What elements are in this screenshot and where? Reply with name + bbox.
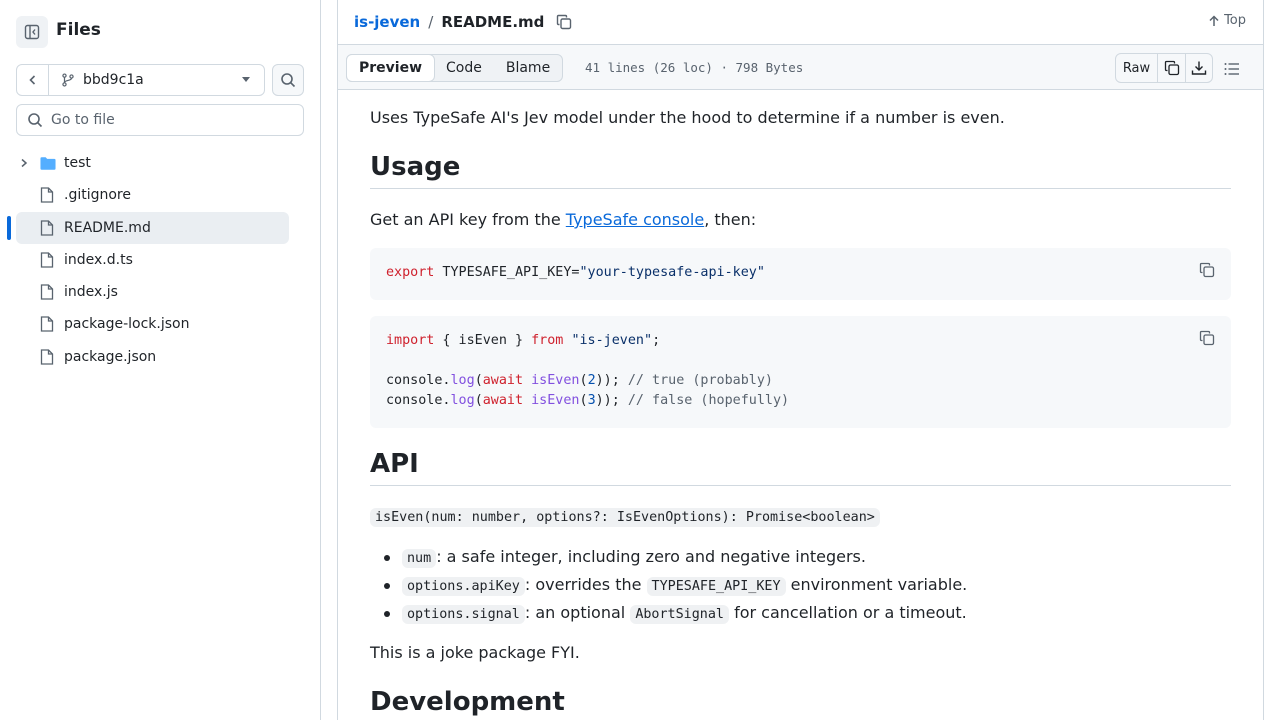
tab-preview[interactable]: Preview: [346, 54, 436, 82]
copy-icon: [1164, 60, 1179, 76]
file-icon: [40, 252, 56, 268]
search-icon: [28, 113, 43, 128]
tree-item-label: index.d.ts: [64, 251, 133, 268]
branch-name: bbd9c1a: [83, 72, 144, 88]
tree-item-readme[interactable]: README.md: [7, 211, 289, 244]
usage-text: Get an API key from the: [370, 210, 566, 229]
collapse-sidebar-button[interactable]: [16, 16, 48, 48]
file-icon: [40, 187, 56, 203]
copy-icon: [1199, 262, 1215, 278]
view-mode-tabs: Preview Code Blame: [346, 54, 564, 82]
breadcrumb: is-jeven / README.md: [354, 12, 572, 32]
go-to-file-input[interactable]: [51, 112, 291, 128]
tree-item-label: README.md: [64, 219, 151, 236]
file-tree: test .gitignore README.md index.d.ts ind…: [7, 147, 289, 373]
copy-code-button[interactable]: [1199, 262, 1215, 278]
copy-icon: [1199, 330, 1215, 346]
branch-selector[interactable]: bbd9c1a: [49, 65, 264, 95]
usage-text-end: , then:: [704, 210, 757, 229]
file-icon: [40, 349, 56, 365]
copy-code-button[interactable]: [1199, 330, 1215, 346]
chevron-right-icon[interactable]: [16, 158, 32, 168]
tree-item-label: package.json: [64, 348, 157, 365]
code-usage: import { isEven } from "is-jeven"; conso…: [386, 333, 790, 408]
breadcrumb-repo-link[interactable]: is-jeven: [354, 13, 420, 31]
caret-down-icon: [242, 77, 250, 82]
file-icon: [40, 219, 56, 236]
sidebar-collapse-icon: [24, 24, 40, 40]
file-toolbar: Preview Code Blame 41 lines (26 loc) · 7…: [338, 44, 1263, 90]
api-option-list: num: a safe integer, including zero and …: [370, 545, 967, 629]
branch-picker-group: bbd9c1a: [16, 64, 265, 96]
outline-button[interactable]: [1222, 59, 1242, 79]
back-button[interactable]: [17, 65, 49, 95]
arrow-up-icon: [1209, 14, 1219, 26]
typesafe-console-link[interactable]: TypeSafe console: [566, 210, 704, 229]
download-button[interactable]: [1185, 54, 1212, 82]
raw-button[interactable]: Raw: [1116, 54, 1158, 82]
download-icon: [1191, 61, 1207, 75]
breadcrumb-file-name: README.md: [441, 13, 545, 31]
scroll-top-button[interactable]: Top: [1208, 13, 1246, 28]
code-block-usage: import { isEven } from "is-jeven"; conso…: [370, 316, 1231, 428]
tree-item-test[interactable]: test: [16, 147, 289, 179]
chevron-left-icon: [28, 75, 35, 85]
copy-path-button[interactable]: [556, 14, 572, 30]
file-icon: [40, 284, 56, 300]
file-actions: Raw: [1115, 53, 1213, 83]
heading-usage: Usage: [370, 152, 1231, 189]
go-to-file-field[interactable]: [16, 104, 304, 136]
heading-api: API: [370, 449, 1231, 486]
file-viewer: is-jeven / README.md Top Preview Code Bl…: [337, 0, 1264, 720]
file-tree-sidebar: Files bbd9c1a test .gitignore: [0, 0, 321, 720]
copy-raw-button[interactable]: [1158, 54, 1185, 82]
tree-item-gitignore[interactable]: .gitignore: [16, 179, 289, 211]
joke-note: This is a joke package FYI.: [370, 643, 580, 662]
code-export: export TYPESAFE_API_KEY="your-typesafe-a…: [386, 265, 765, 280]
search-icon: [281, 73, 296, 88]
list-item: options.apiKey: overrides the TYPESAFE_A…: [370, 573, 967, 601]
tab-blame[interactable]: Blame: [494, 55, 562, 81]
tree-item-index-js[interactable]: index.js: [16, 276, 289, 308]
tab-code[interactable]: Code: [434, 55, 494, 81]
breadcrumb-separator: /: [428, 13, 434, 31]
folder-icon: [40, 156, 56, 171]
file-meta: 41 lines (26 loc) · 798 Bytes: [585, 60, 804, 75]
search-button[interactable]: [272, 64, 304, 96]
tree-item-label: index.js: [64, 284, 118, 301]
scroll-top-label: Top: [1224, 13, 1246, 28]
list-icon: [1224, 63, 1239, 75]
sidebar-title: Files: [56, 20, 101, 40]
api-signature: isEven(num: number, options?: IsEvenOpti…: [370, 506, 880, 527]
heading-development: Development: [370, 687, 565, 717]
tree-item-index-d-ts[interactable]: index.d.ts: [16, 244, 289, 276]
readme-intro: Uses TypeSafe AI's Jev model under the h…: [370, 108, 1005, 127]
code-block-export: export TYPESAFE_API_KEY="your-typesafe-a…: [370, 248, 1231, 300]
tree-item-label: package-lock.json: [64, 316, 190, 333]
tree-item-package-lock-json[interactable]: package-lock.json: [16, 308, 289, 340]
tree-item-package-json[interactable]: package.json: [16, 341, 289, 373]
list-item: num: a safe integer, including zero and …: [370, 545, 967, 573]
list-item: options.signal: an optional AbortSignal …: [370, 601, 967, 629]
tree-item-label: test: [64, 155, 91, 171]
tree-item-label: .gitignore: [64, 187, 131, 204]
copy-icon: [557, 14, 572, 30]
usage-paragraph: Get an API key from the TypeSafe console…: [370, 208, 756, 232]
file-icon: [40, 316, 56, 333]
git-branch-icon: [62, 73, 74, 87]
